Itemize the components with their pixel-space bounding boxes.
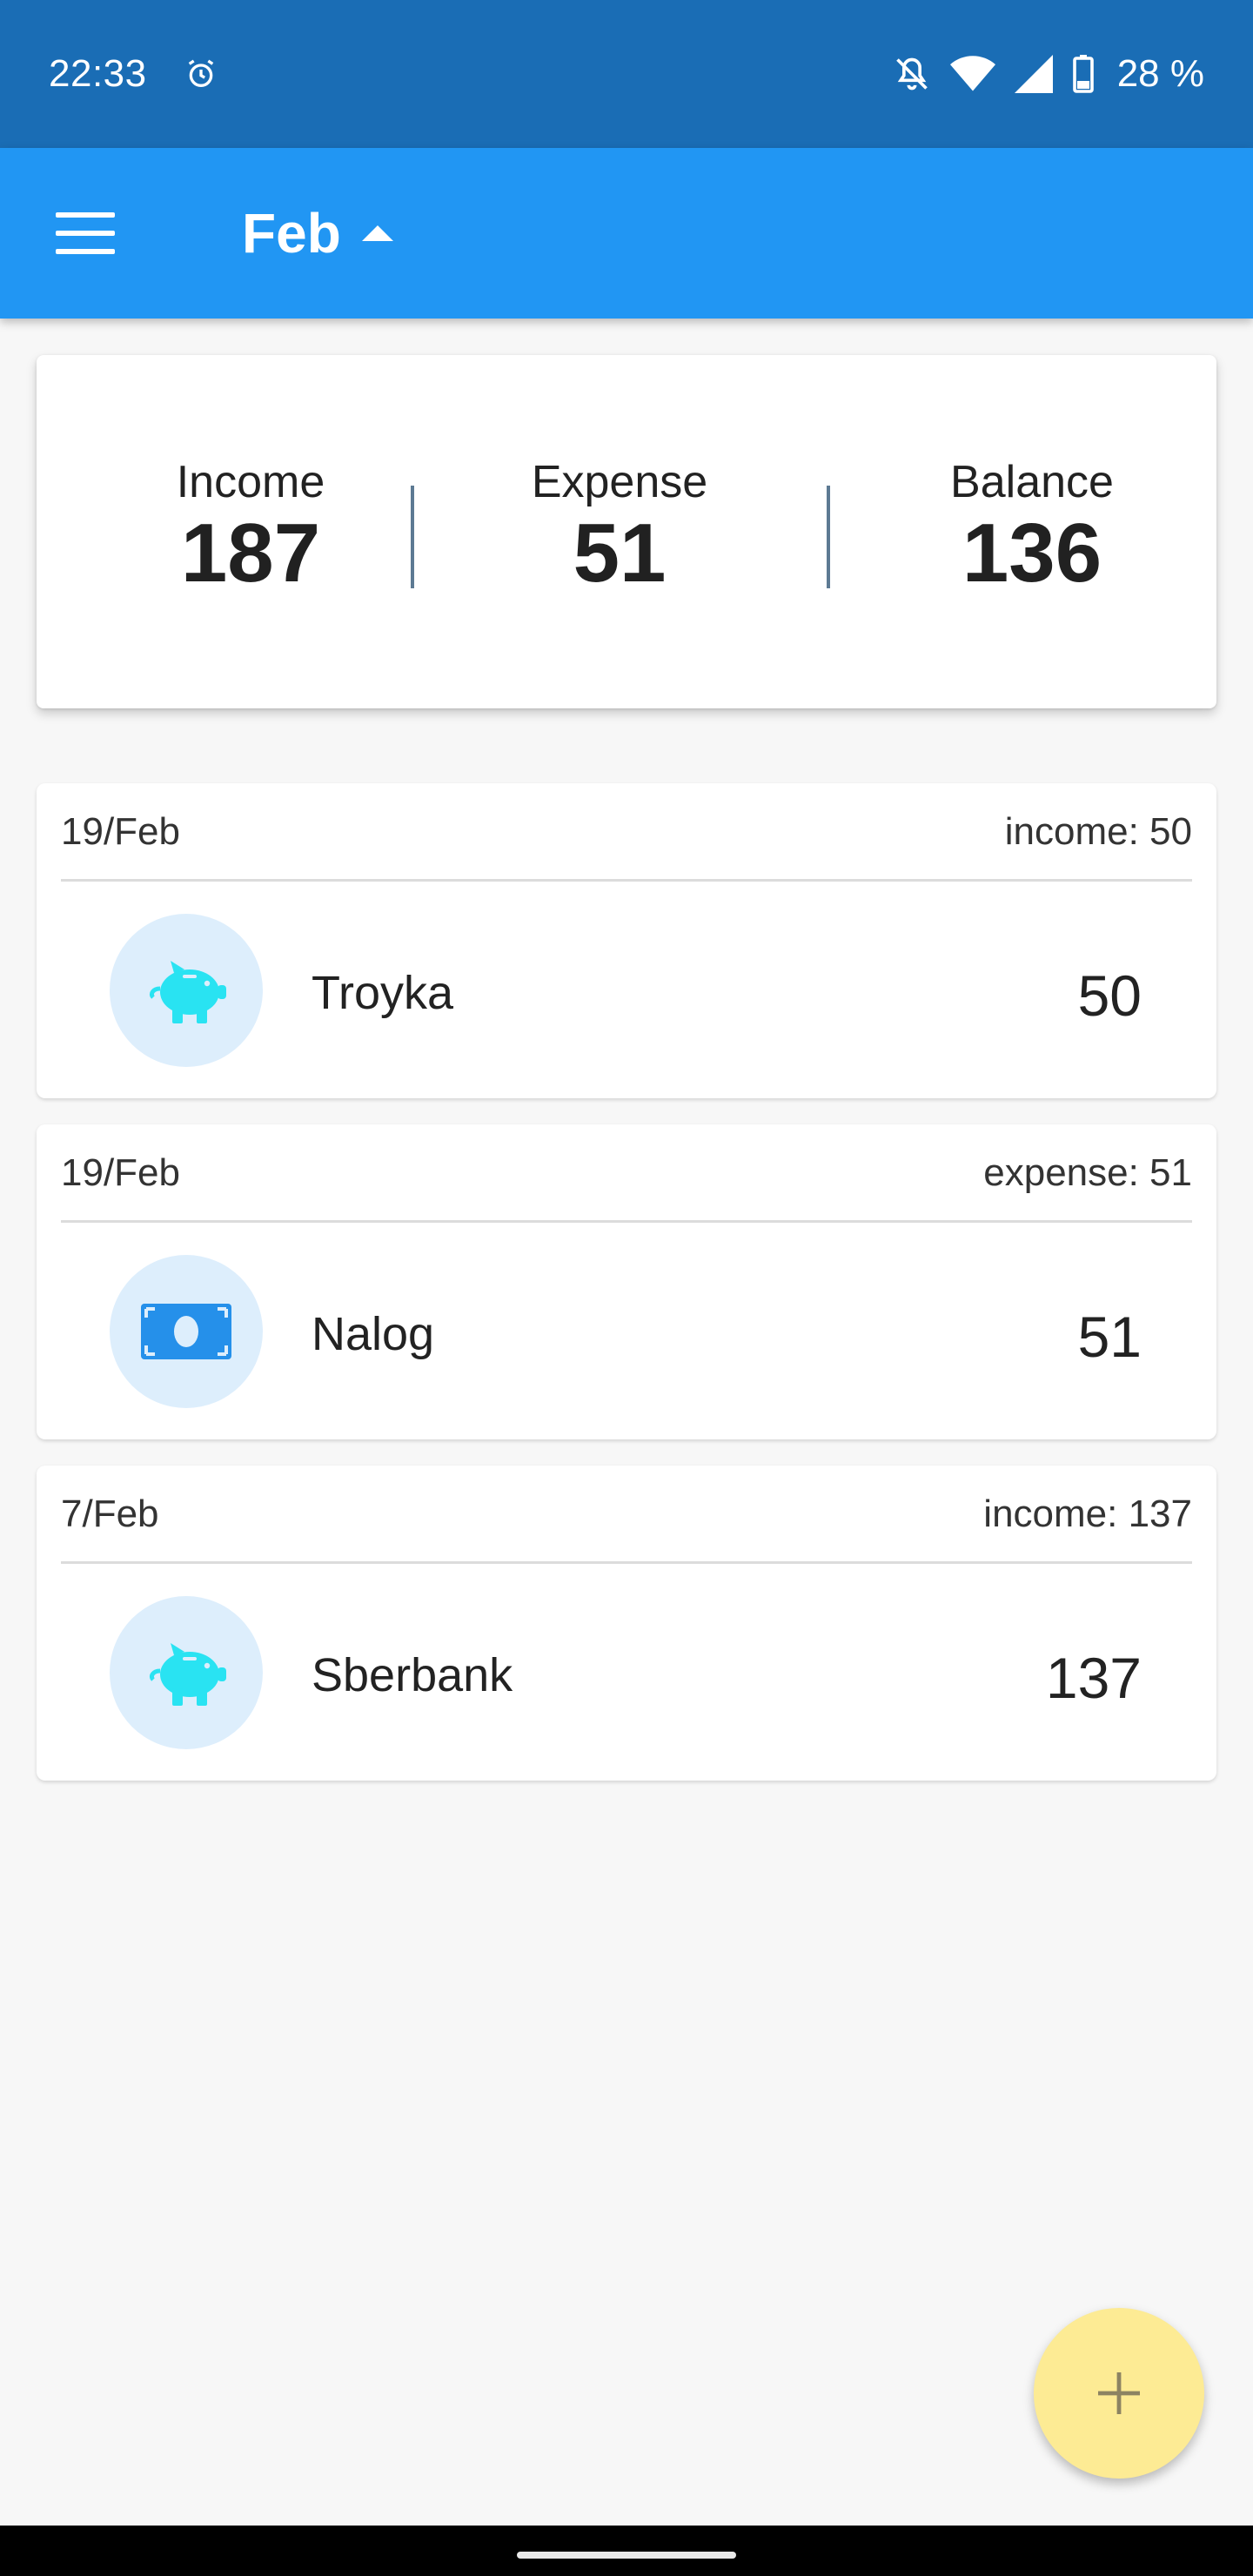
category-avatar — [110, 1255, 263, 1408]
income-summary: Income 187 — [120, 456, 381, 599]
divider — [61, 1220, 1192, 1223]
alarm-icon — [188, 59, 213, 87]
banknote-icon — [141, 1304, 231, 1359]
app-bar: Feb — [0, 148, 1253, 319]
transaction-row[interactable]: Troyka 50 — [37, 914, 1216, 1067]
status-bar: 22:33 28 % — [0, 0, 1253, 148]
transaction-group: 7/Feb income: 137 Sberbank 137 — [37, 1466, 1216, 1781]
piggy-bank-icon — [149, 1643, 226, 1706]
transaction-group: 19/Feb expense: 51 Nalog 51 — [37, 1124, 1216, 1439]
category-avatar — [110, 1596, 263, 1749]
transaction-group-header: 19/Feb income: 50 — [61, 808, 1192, 856]
home-handle[interactable] — [517, 2552, 736, 2559]
summary-divider — [827, 486, 830, 588]
summary-divider — [411, 486, 414, 588]
caret-up-icon — [361, 225, 393, 241]
transaction-amount: 50 — [1077, 963, 1142, 1028]
transaction-group-header: 19/Feb expense: 51 — [61, 1149, 1192, 1197]
battery-level: 28 % — [1116, 52, 1204, 95]
transaction-name: Sberbank — [312, 1649, 513, 1701]
status-time: 22:33 — [49, 52, 147, 95]
plus-icon — [1098, 2372, 1140, 2414]
month-selector[interactable]: Feb — [242, 201, 393, 265]
transaction-subtotal: income: 50 — [1004, 810, 1192, 853]
balance-label: Balance — [950, 457, 1114, 507]
balance-value: 136 — [962, 506, 1102, 600]
transaction-amount: 51 — [1077, 1305, 1142, 1369]
month-label: Feb — [242, 202, 341, 265]
transaction-subtotal: income: 137 — [983, 1493, 1192, 1535]
transaction-row[interactable]: Nalog 51 — [37, 1255, 1216, 1408]
expense-label: Expense — [531, 457, 708, 507]
transaction-date: 19/Feb — [61, 1151, 180, 1194]
wifi-icon — [949, 56, 995, 91]
category-avatar — [110, 914, 263, 1067]
piggy-bank-icon — [149, 961, 226, 1023]
transaction-name: Troyka — [312, 967, 454, 1019]
menu-icon[interactable] — [56, 212, 115, 254]
income-label: Income — [176, 457, 325, 507]
system-nav-bar — [0, 2526, 1253, 2576]
expense-summary: Expense 51 — [489, 456, 750, 599]
transaction-row[interactable]: Sberbank 137 — [37, 1596, 1216, 1749]
summary-card: Income 187 Expense 51 Balance 136 — [37, 355, 1216, 708]
battery-icon — [1072, 55, 1094, 93]
transaction-group: 19/Feb income: 50 Troyka 50 — [37, 783, 1216, 1098]
balance-summary: Balance 136 — [901, 456, 1163, 599]
income-value: 187 — [180, 506, 321, 600]
expense-value: 51 — [573, 506, 667, 600]
divider — [61, 1561, 1192, 1564]
bell-off-icon — [895, 57, 928, 91]
add-transaction-button[interactable] — [1034, 2308, 1204, 2479]
transaction-date: 19/Feb — [61, 810, 180, 853]
transaction-date: 7/Feb — [61, 1493, 159, 1535]
cell-signal-icon — [1014, 55, 1053, 93]
transaction-subtotal: expense: 51 — [983, 1151, 1192, 1194]
transaction-name: Nalog — [312, 1308, 435, 1360]
transaction-amount: 137 — [1045, 1646, 1142, 1710]
transaction-group-header: 7/Feb income: 137 — [61, 1490, 1192, 1539]
divider — [61, 879, 1192, 882]
